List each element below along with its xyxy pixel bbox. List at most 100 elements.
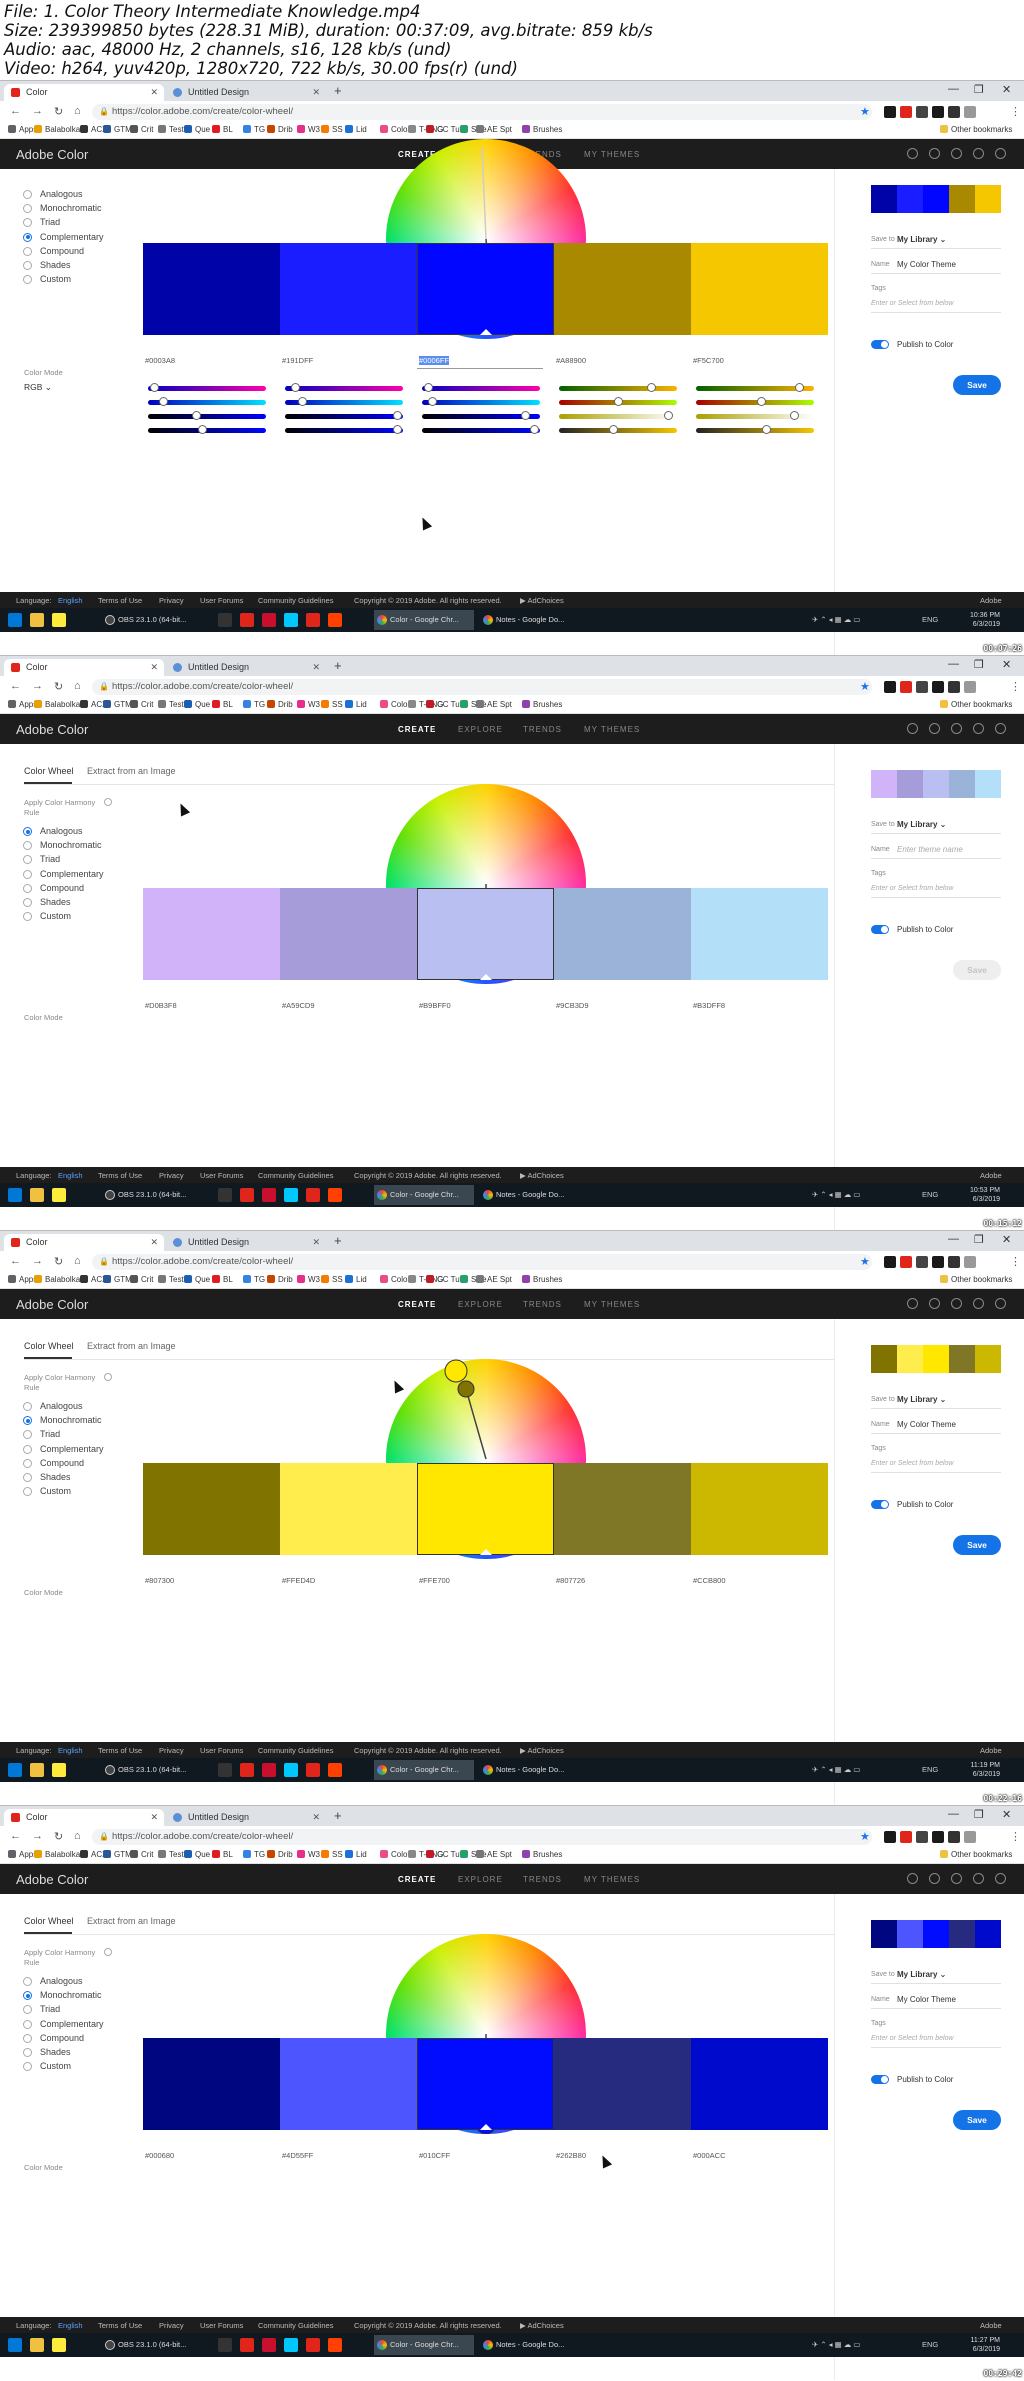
taskbar-notes[interactable]: Notes - Google Do... <box>480 610 580 630</box>
bookmark-item[interactable]: Balabolka <box>34 1850 80 1859</box>
theme-name-input[interactable]: My Color Theme <box>897 1420 956 1429</box>
cloud-icon[interactable] <box>929 1298 940 1309</box>
help-icon[interactable] <box>951 1298 962 1309</box>
theme-toggle-icon[interactable] <box>907 148 918 159</box>
hex-input[interactable]: #191DFF <box>280 356 417 365</box>
tab-close-icon[interactable]: ✕ <box>150 1234 158 1251</box>
library-select[interactable]: My Library ⌄ <box>897 235 946 244</box>
bookmark-item[interactable]: SS <box>321 1275 343 1284</box>
theme-name-input[interactable]: My Color Theme <box>897 1995 956 2004</box>
radio-button[interactable] <box>23 1977 32 1986</box>
taskbar-app-icon[interactable] <box>306 2338 320 2352</box>
extension-icon[interactable] <box>948 1256 960 1268</box>
forward-icon[interactable]: → <box>32 1255 43 1267</box>
slider-knob[interactable] <box>529 425 539 434</box>
minimize-icon[interactable]: — <box>948 1233 959 1245</box>
hex-input[interactable]: #4D55FF <box>280 2151 417 2160</box>
reload-icon[interactable]: ↻ <box>54 105 63 118</box>
brand-logo[interactable]: Adobe Color <box>16 1297 88 1312</box>
publish-toggle[interactable] <box>871 340 889 349</box>
color-swatch[interactable] <box>417 888 554 980</box>
bookmark-item[interactable]: AE Spt <box>476 125 512 134</box>
back-icon[interactable]: ← <box>10 1255 21 1267</box>
tab-close-icon[interactable]: ✕ <box>312 659 320 676</box>
close-window-icon[interactable]: ✕ <box>1002 1233 1011 1246</box>
radio-button[interactable] <box>23 218 32 228</box>
radio-button[interactable] <box>23 912 32 922</box>
radio-button[interactable] <box>23 190 32 199</box>
tab-extract-image[interactable]: Extract from an Image <box>87 1341 176 1351</box>
hex-input[interactable]: #807726 <box>554 1576 691 1585</box>
new-tab-icon[interactable]: + <box>334 1808 342 1823</box>
color-slider[interactable] <box>148 383 266 392</box>
reload-icon[interactable]: ↻ <box>54 1830 63 1843</box>
close-window-icon[interactable]: ✕ <box>1002 1808 1011 1821</box>
bookmark-item[interactable]: Test <box>158 125 184 134</box>
sticky-notes-icon[interactable] <box>52 1763 66 1777</box>
footer-link[interactable]: Terms of Use <box>98 2321 142 2330</box>
hex-input[interactable]: #B3DFF8 <box>691 1001 828 1010</box>
bookmark-item[interactable]: GTM <box>103 125 132 134</box>
color-slider[interactable] <box>422 425 540 434</box>
bookmark-item[interactable]: SS <box>321 700 343 709</box>
theme-toggle-icon[interactable] <box>907 1873 918 1884</box>
slider-knob[interactable] <box>608 425 618 434</box>
hex-input[interactable]: #000680 <box>143 2151 280 2160</box>
wheel-handle[interactable] <box>457 1380 475 1398</box>
color-swatch[interactable] <box>143 888 280 980</box>
taskbar-app-icon[interactable] <box>306 613 320 627</box>
system-clock[interactable]: 10:53 PM 6/3/2019 <box>970 1186 1000 1204</box>
nav-create[interactable]: CREATE <box>398 725 436 734</box>
extension-icon[interactable] <box>884 106 896 118</box>
color-swatch[interactable] <box>143 1463 280 1555</box>
publish-toggle[interactable] <box>871 1500 889 1509</box>
input-language[interactable]: ENG <box>922 1765 938 1774</box>
slider-knob[interactable] <box>192 411 201 420</box>
account-icon[interactable] <box>995 148 1006 159</box>
taskbar-obs[interactable]: OBS 23.1.0 (64-bit... <box>102 1185 202 1205</box>
theme-name-input[interactable]: My Color Theme <box>897 260 956 269</box>
bookmark-item[interactable]: Crit <box>130 1850 153 1859</box>
new-tab-icon[interactable]: + <box>334 83 342 98</box>
slider-knob[interactable] <box>427 397 437 406</box>
account-icon[interactable] <box>995 723 1006 734</box>
system-clock[interactable]: 10:36 PM 6/3/2019 <box>970 611 1000 629</box>
language-select[interactable]: English <box>58 2321 83 2330</box>
browser-tab-untitled-design[interactable]: Untitled Design ✕ <box>166 84 326 101</box>
help-icon[interactable] <box>951 148 962 159</box>
extension-icon[interactable] <box>964 681 976 693</box>
system-tray-icons[interactable]: ✈ ⌃ ◂ ▦ ☁ ▭ <box>812 615 860 624</box>
taskbar-app-icon[interactable] <box>240 2338 254 2352</box>
library-select[interactable]: My Library ⌄ <box>897 1970 946 1979</box>
extension-icon[interactable] <box>948 681 960 693</box>
bookmark-item[interactable]: AE Spt <box>476 1275 512 1284</box>
menu-icon[interactable]: ⋮ <box>1010 680 1021 693</box>
radio-button[interactable] <box>23 2062 32 2072</box>
slider-knob[interactable] <box>150 383 160 392</box>
bookmark-item[interactable]: Lid <box>345 1275 367 1284</box>
color-slider[interactable] <box>696 425 814 434</box>
help-icon[interactable] <box>951 723 962 734</box>
adchoices-link[interactable]: ▶ AdChoices <box>520 1171 564 1180</box>
windows-start-icon[interactable] <box>8 1188 22 1202</box>
extension-icon[interactable] <box>964 106 976 118</box>
save-button[interactable]: Save <box>953 1535 1001 1555</box>
color-swatch[interactable] <box>554 243 691 335</box>
footer-link[interactable]: User Forums <box>200 1171 243 1180</box>
color-swatch[interactable] <box>691 888 828 980</box>
taskbar-app-icon[interactable] <box>240 613 254 627</box>
hex-input[interactable]: #010CFF <box>417 2151 554 2160</box>
input-language[interactable]: ENG <box>922 2340 938 2349</box>
sticky-notes-icon[interactable] <box>52 613 66 627</box>
bookmark-item[interactable]: W3 <box>297 1850 320 1859</box>
color-slider[interactable] <box>148 425 266 434</box>
bookmark-item[interactable]: Brushes <box>522 125 562 134</box>
tab-extract-image[interactable]: Extract from an Image <box>87 766 176 776</box>
color-slider[interactable] <box>696 411 814 420</box>
extension-icon[interactable] <box>932 681 944 693</box>
taskbar-obs[interactable]: OBS 23.1.0 (64-bit... <box>102 2335 202 2355</box>
color-slider[interactable] <box>422 397 540 406</box>
footer-link[interactable]: Community Guidelines <box>258 1171 333 1180</box>
taskbar-obs[interactable]: OBS 23.1.0 (64-bit... <box>102 610 202 630</box>
browser-tab-untitled-design[interactable]: Untitled Design ✕ <box>166 1809 326 1826</box>
